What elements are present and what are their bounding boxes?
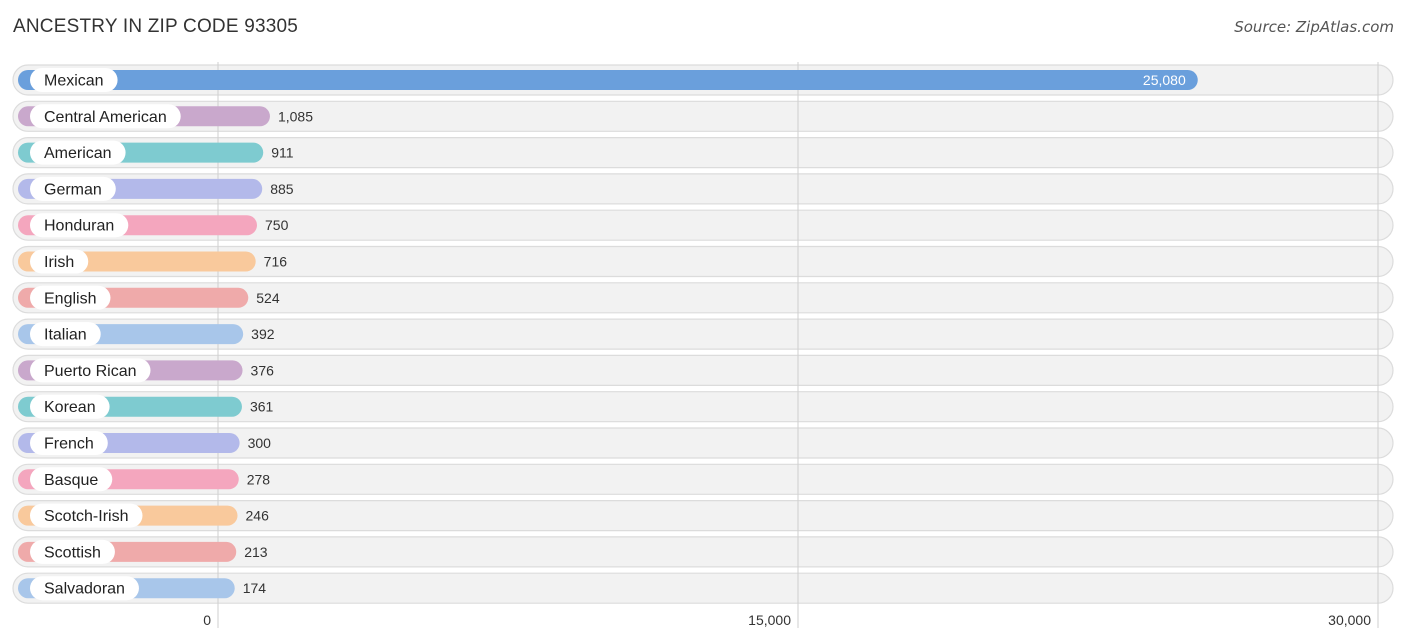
value-label: 361 (250, 399, 274, 415)
category-label: Central American (44, 109, 167, 126)
value-label: 300 (248, 435, 272, 451)
bar-chart: Mexican 25,080 Central American 1,085 Americ… (12, 62, 1394, 628)
value-label: 911 (271, 145, 294, 161)
category-label: German (44, 181, 102, 198)
value-label: 376 (251, 362, 275, 378)
value-label: 716 (264, 254, 288, 270)
category-label: Scotch-Irish (44, 508, 128, 525)
category-label: Basque (44, 472, 98, 489)
category-label: Italian (44, 327, 87, 344)
value-label: 750 (265, 217, 289, 233)
category-label: Scottish (44, 544, 101, 561)
category-label: Honduran (44, 218, 114, 235)
x-tick-label: 30,000 (1328, 612, 1371, 628)
value-label: 174 (243, 580, 267, 596)
value-label: 885 (270, 181, 294, 197)
category-label: Irish (44, 254, 74, 271)
value-label: 278 (247, 471, 271, 487)
value-label: 392 (251, 326, 275, 342)
value-label: 25,080 (1143, 72, 1186, 88)
value-label: 213 (244, 544, 268, 560)
value-label: 246 (246, 508, 270, 524)
x-tick-label: 15,000 (748, 612, 791, 628)
bar (18, 70, 1198, 90)
category-label: Mexican (44, 73, 104, 90)
category-label: American (44, 145, 112, 162)
value-label: 1,085 (278, 108, 313, 124)
category-label: Korean (44, 399, 96, 416)
category-label: English (44, 290, 96, 307)
value-label: 524 (256, 290, 280, 306)
x-axis-ticks: 0 15,000 30,000 (203, 612, 1371, 628)
category-label: Puerto Rican (44, 363, 137, 380)
category-label: Salvadoran (44, 581, 125, 598)
category-label: French (44, 436, 94, 453)
x-tick-label: 0 (203, 612, 211, 628)
